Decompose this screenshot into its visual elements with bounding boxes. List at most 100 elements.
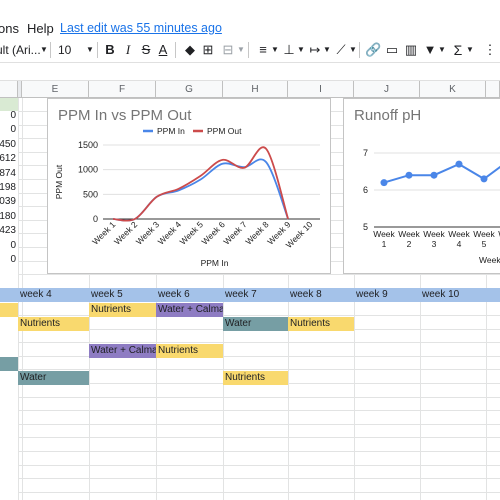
value-cell[interactable]: 0 xyxy=(0,110,16,121)
chevron-down-icon[interactable]: ▼ xyxy=(349,38,357,62)
filter-icon[interactable]: ▼ xyxy=(422,38,438,62)
grid-line xyxy=(18,410,500,411)
merge-cells-icon[interactable]: ⊟ xyxy=(220,38,236,62)
divider xyxy=(97,42,98,58)
font-size-select[interactable]: 10 xyxy=(58,38,71,62)
grid-line xyxy=(18,342,500,343)
insert-link-icon[interactable]: 🔗 xyxy=(365,38,381,62)
more-options-icon[interactable]: ⋮ xyxy=(482,38,498,62)
strikethrough-icon[interactable]: S xyxy=(138,38,154,62)
grid-line xyxy=(18,492,500,493)
water-cell[interactable]: Water xyxy=(223,317,288,331)
last-edit-link[interactable]: Last edit was 55 minutes ago xyxy=(60,21,222,35)
column-header-j[interactable]: J xyxy=(354,81,420,98)
bold-icon[interactable]: B xyxy=(102,38,118,62)
x-tick-label: Week 6 xyxy=(200,219,228,247)
value-cell[interactable]: 1198 xyxy=(0,182,16,193)
text-wrap-icon[interactable]: ↦ xyxy=(307,38,323,62)
nutrients-cell[interactable] xyxy=(0,303,18,317)
chevron-down-icon[interactable]: ▼ xyxy=(323,38,331,62)
x-tick-label: Week 4 xyxy=(156,219,184,247)
chevron-down-icon[interactable]: ▼ xyxy=(438,38,446,62)
data-point xyxy=(430,171,438,179)
water-calmag-cell[interactable]: Water + Calmag xyxy=(89,344,156,358)
chevron-down-icon[interactable]: ▼ xyxy=(86,38,94,62)
week-header-cell[interactable]: week 4 xyxy=(18,288,89,302)
nutrients-cell[interactable]: Nutrients xyxy=(89,303,156,317)
font-family-select[interactable]: ult (Ari... xyxy=(0,38,44,62)
value-cell[interactable]: 1039 xyxy=(0,196,16,207)
align-left-icon[interactable]: ≡ xyxy=(255,38,271,62)
functions-icon[interactable]: Σ xyxy=(450,38,466,62)
menu-extensions[interactable]: ons xyxy=(0,21,19,36)
grid-line xyxy=(18,397,500,398)
value-cell[interactable]: 874 xyxy=(0,168,16,179)
x-tick-label: Week 5 xyxy=(178,219,206,247)
column-header-i[interactable]: I xyxy=(288,81,354,98)
runoff-ph-chart[interactable]: Runoff pH 5 6 7 Week 1 Week 2 Week 3 Week 4 Week 5 We… xyxy=(343,98,500,274)
chevron-down-icon[interactable]: ▼ xyxy=(271,38,279,62)
nutrients-cell[interactable]: Nutrients xyxy=(223,371,288,385)
data-point xyxy=(405,171,413,179)
x-axis-label: PPM In xyxy=(201,258,229,268)
column-header-g[interactable]: G xyxy=(156,81,223,98)
column-header-e[interactable]: E xyxy=(22,81,89,98)
grid-line xyxy=(18,369,500,370)
chevron-down-icon[interactable]: ▼ xyxy=(40,38,48,62)
grid-line xyxy=(18,451,500,452)
select-all-corner[interactable] xyxy=(0,81,18,98)
divider xyxy=(359,42,360,58)
nutrients-cell[interactable]: Nutrients xyxy=(156,344,223,358)
value-cell[interactable]: 180 xyxy=(0,211,16,222)
insert-comment-icon[interactable]: ▭ xyxy=(384,38,400,62)
y-tick-label: 0 xyxy=(93,214,98,224)
value-cell[interactable]: 612 xyxy=(0,153,16,164)
x-tick-label: 2 xyxy=(407,239,412,249)
column-header-l[interactable] xyxy=(486,81,500,98)
water-cell[interactable]: Water xyxy=(18,371,89,385)
week-header-cell[interactable]: week 6 xyxy=(156,288,223,302)
runoff-ph-chart-plot: 567Week1Week2Week3Week4Week5Week6Week xyxy=(363,148,500,265)
grid-line xyxy=(18,424,500,425)
value-cell[interactable]: 423 xyxy=(0,225,16,236)
chevron-down-icon[interactable]: ▼ xyxy=(237,38,245,62)
column-header-h[interactable]: H xyxy=(223,81,288,98)
borders-icon[interactable]: ⊞ xyxy=(200,38,216,62)
value-cell[interactable]: 450 xyxy=(0,139,16,150)
week-header-cell[interactable]: week 5 xyxy=(89,288,156,302)
text-rotation-icon[interactable]: ⟋ xyxy=(333,38,349,62)
water-calmag-cell[interactable]: Water + Calmag xyxy=(156,303,223,317)
vertical-align-icon[interactable]: ⊥ xyxy=(281,38,297,62)
formula-bar[interactable] xyxy=(0,62,500,81)
nutrients-cell[interactable]: Nutrients xyxy=(288,317,354,331)
week-header-cell[interactable]: week 10 xyxy=(420,288,500,302)
grid-line xyxy=(18,465,500,466)
value-cell[interactable]: 0 xyxy=(0,240,16,251)
week-header-cell[interactable]: week 8 xyxy=(288,288,354,302)
divider xyxy=(248,42,249,58)
ppm-chart[interactable]: PPM In vs PPM Out 0 500 1000 1500 Week 1 Week… xyxy=(47,98,331,274)
chevron-down-icon[interactable]: ▼ xyxy=(466,38,474,62)
nutrients-cell[interactable]: Nutrients xyxy=(18,317,89,331)
x-tick-label: Week 7 xyxy=(221,219,249,247)
week-header-cell[interactable]: week 7 xyxy=(223,288,288,302)
x-tick-label: Week xyxy=(373,229,395,239)
chevron-down-icon[interactable]: ▼ xyxy=(297,38,305,62)
fill-color-icon[interactable]: ◆ xyxy=(182,38,198,62)
value-cell[interactable]: 0 xyxy=(0,124,16,135)
column-header-k[interactable]: K xyxy=(420,81,486,98)
week-header-cell[interactable]: week 9 xyxy=(354,288,420,302)
column-header-f[interactable]: F xyxy=(89,81,156,98)
x-tick-label: Week xyxy=(473,229,495,239)
italic-icon[interactable]: I xyxy=(120,38,136,62)
value-cell[interactable]: 0 xyxy=(0,254,16,265)
x-tick-label: 4 xyxy=(457,239,462,249)
water-cell[interactable] xyxy=(0,357,18,371)
data-point xyxy=(480,175,488,183)
x-tick-label: Week xyxy=(423,229,445,239)
text-color-icon[interactable]: A xyxy=(155,38,171,62)
x-tick-label: 1 xyxy=(382,239,387,249)
insert-chart-icon[interactable]: ▥ xyxy=(403,38,419,62)
menu-help[interactable]: Help xyxy=(27,21,54,36)
y-tick-label: 1500 xyxy=(78,140,98,150)
